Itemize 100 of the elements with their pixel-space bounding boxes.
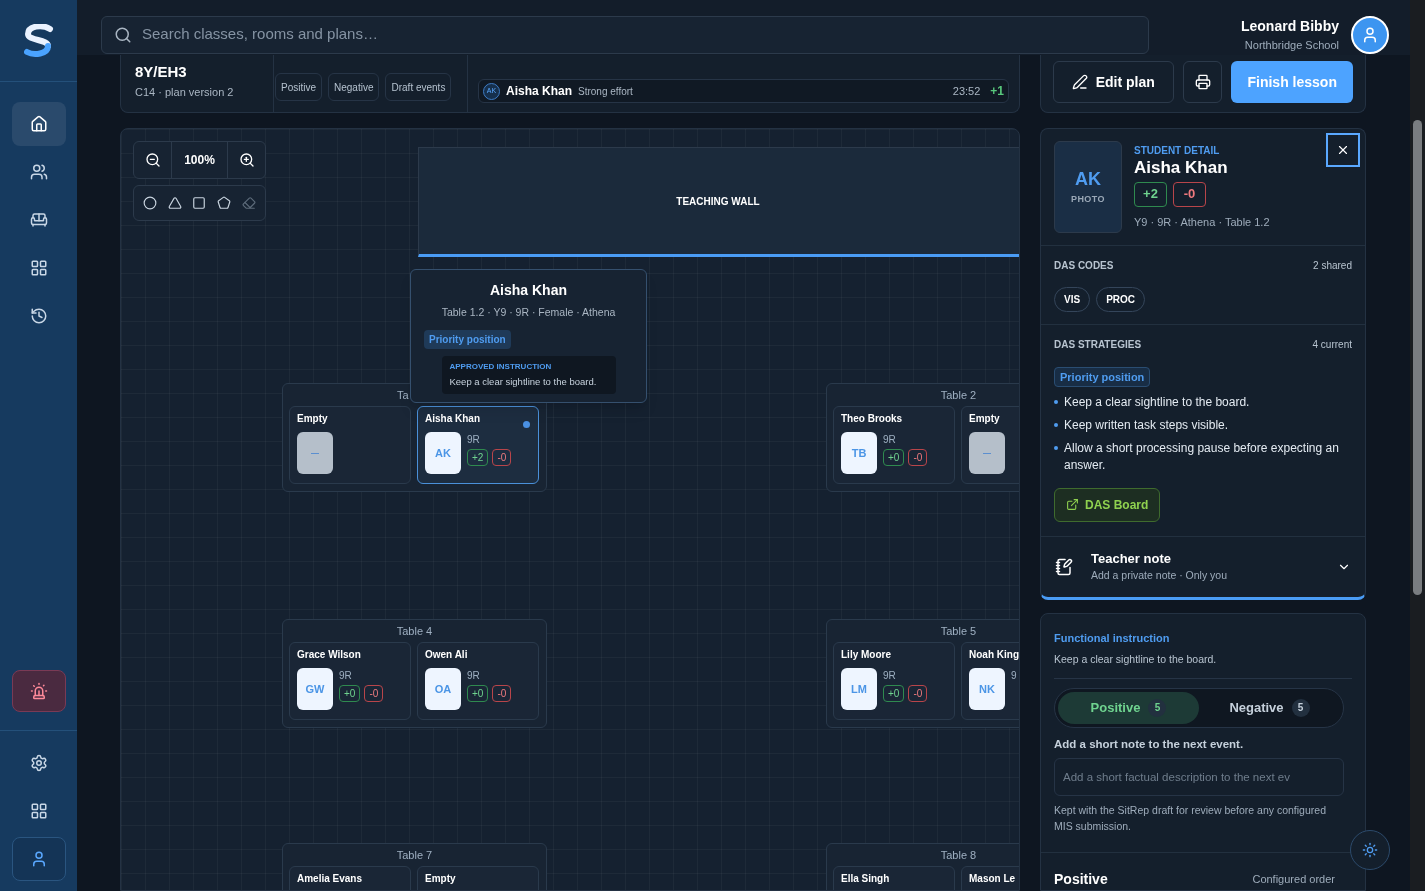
- popover-name: Aisha Khan: [490, 281, 567, 300]
- priority-tag: Priority position: [1054, 366, 1151, 388]
- positive-score[interactable]: +0: [883, 449, 905, 466]
- seat-name: Ella Singh: [841, 872, 891, 886]
- seat-card[interactable]: Lily Moore LM 9R +0 -0: [833, 642, 955, 720]
- seat-name: Grace Wilson: [297, 648, 362, 662]
- seat-card[interactable]: Owen Ali OA 9R +0 -0: [417, 642, 539, 720]
- avatar: NK: [969, 668, 1005, 710]
- seat-card[interactable]: Theo Brooks TB 9R +0 -0: [833, 406, 955, 484]
- das-board-button[interactable]: DAS Board: [1054, 487, 1161, 522]
- toggle-tab[interactable]: Negative 5: [1199, 691, 1340, 724]
- empty-seat-icon: [297, 432, 333, 474]
- form-label: 9R: [339, 669, 353, 683]
- table-label: Table 8: [939, 848, 978, 863]
- strategy-text: Keep a clear sightline to the board.: [1064, 393, 1250, 411]
- filter-chip[interactable]: Positive: [275, 73, 322, 101]
- instruction-title: Functional instruction: [1054, 630, 1171, 646]
- search-field[interactable]: Search classes, rooms and plans…: [101, 15, 1149, 54]
- scrollbar[interactable]: [1410, 0, 1425, 891]
- note-input[interactable]: Add a short factual description to the next ev: [1054, 758, 1344, 796]
- eraser-icon[interactable]: [241, 196, 256, 210]
- square-icon[interactable]: [192, 196, 207, 210]
- student-meta: Y9 · 9R · Athena · Table 1.2: [1134, 214, 1270, 230]
- note-title: Teacher note: [1091, 549, 1172, 568]
- avatar: OA: [425, 668, 461, 710]
- filter-chip[interactable]: Draft events: [385, 73, 452, 101]
- student-name: Aisha Khan: [506, 83, 572, 100]
- triangle-icon[interactable]: [167, 196, 182, 210]
- negative-score[interactable]: -0: [908, 685, 928, 702]
- seat-card[interactable]: Grace Wilson GW 9R +0 -0: [289, 642, 411, 720]
- positive-score[interactable]: +0: [883, 685, 905, 702]
- negative-score[interactable]: -0: [364, 685, 384, 702]
- filter-chip[interactable]: Negative: [328, 73, 380, 101]
- pentagon-icon[interactable]: [217, 196, 232, 210]
- instruction-text: Keep a clear sightline to the board.: [1054, 652, 1352, 679]
- settings-icon: [29, 754, 48, 772]
- theme-toggle-button[interactable]: [1350, 830, 1390, 870]
- logo-icon: [23, 23, 54, 58]
- instruction-title: APPROVED INSTRUCTION: [449, 360, 553, 373]
- seat-card[interactable]: Empty: [289, 406, 411, 484]
- section-title: DAS CODES: [1054, 258, 1114, 273]
- zoom-in-icon: [238, 152, 255, 168]
- form-label: 9R: [883, 669, 897, 683]
- external-link-icon: [1066, 498, 1079, 512]
- nav-button[interactable]: [11, 102, 66, 146]
- circle-icon[interactable]: [143, 196, 158, 210]
- seat-card[interactable]: Ella Singh: [833, 866, 955, 890]
- user-name: Leonard Bibby: [1241, 16, 1339, 36]
- section-count: 4 current: [1312, 337, 1352, 352]
- grid-icon: [29, 259, 48, 277]
- photo-label: PHOTO: [1070, 193, 1106, 207]
- edit-plan-button[interactable]: Edit plan: [1053, 61, 1174, 104]
- negative-score[interactable]: -0: [492, 685, 512, 702]
- user-avatar[interactable]: [1351, 15, 1389, 54]
- positive-score[interactable]: +2: [467, 449, 489, 466]
- print-button[interactable]: [1182, 61, 1223, 104]
- negative-score[interactable]: -0: [492, 449, 512, 466]
- count-badge: 5: [1148, 698, 1167, 717]
- history-icon: [29, 307, 48, 325]
- seat-name: Mason Le: [969, 872, 1017, 886]
- grid-icon: [29, 802, 48, 820]
- note-label: Add a short note to the next event.: [1054, 736, 1245, 752]
- seat-name: Noah King: [969, 648, 1019, 662]
- wall-label: TEACHING WALL: [676, 194, 760, 209]
- zoom-level: 100%: [183, 152, 216, 169]
- seat-name: Empty: [969, 412, 1001, 426]
- table-label: Table 5: [939, 624, 978, 639]
- section-title: DAS STRATEGIES: [1054, 337, 1142, 352]
- siren-icon: [29, 682, 48, 700]
- seat-card[interactable]: Amelia Evans: [289, 866, 411, 890]
- seat-card[interactable]: Empty: [961, 406, 1019, 484]
- negative-score[interactable]: -0: [1173, 181, 1206, 207]
- search-icon: [114, 25, 132, 44]
- seat-name: Empty: [297, 412, 329, 426]
- student-name: Aisha Khan: [1134, 157, 1229, 178]
- seat-name: Owen Ali: [425, 648, 469, 662]
- empty-seat-icon: [969, 432, 1005, 474]
- table-label: Table 4: [395, 624, 434, 639]
- list-order: Configured order: [1252, 872, 1335, 888]
- alert-button[interactable]: [11, 670, 66, 712]
- close-button[interactable]: [1326, 132, 1360, 167]
- table-label: Ta: [396, 388, 410, 403]
- seat-card[interactable]: Noah King NK 9: [961, 642, 1019, 720]
- bullet-icon: [1054, 445, 1058, 450]
- toggle-tab[interactable]: Positive 5: [1058, 691, 1199, 724]
- positive-score[interactable]: +0: [467, 685, 489, 702]
- positive-score[interactable]: +0: [339, 685, 361, 702]
- form-label: 9R: [883, 433, 897, 447]
- people-icon: [29, 163, 48, 181]
- seat-card[interactable]: Mason Le: [961, 866, 1019, 890]
- seat-card[interactable]: Empty: [417, 866, 539, 890]
- seat-name: Empty: [425, 872, 457, 886]
- bullet-icon: [1054, 422, 1058, 427]
- teacher-note-row[interactable]: Teacher note Add a private note · Only you: [1041, 536, 1365, 597]
- seat-card[interactable]: Aisha Khan AK 9R +2 -0: [417, 406, 539, 484]
- section-label: STUDENT DETAIL: [1134, 143, 1221, 158]
- search-input[interactable]: Search classes, rooms and plans…: [142, 23, 1136, 46]
- strategy-text: Allow a short processing pause before expecting an answer.: [1064, 439, 1340, 474]
- positive-score[interactable]: +2: [1134, 181, 1167, 207]
- negative-score[interactable]: -0: [908, 449, 928, 466]
